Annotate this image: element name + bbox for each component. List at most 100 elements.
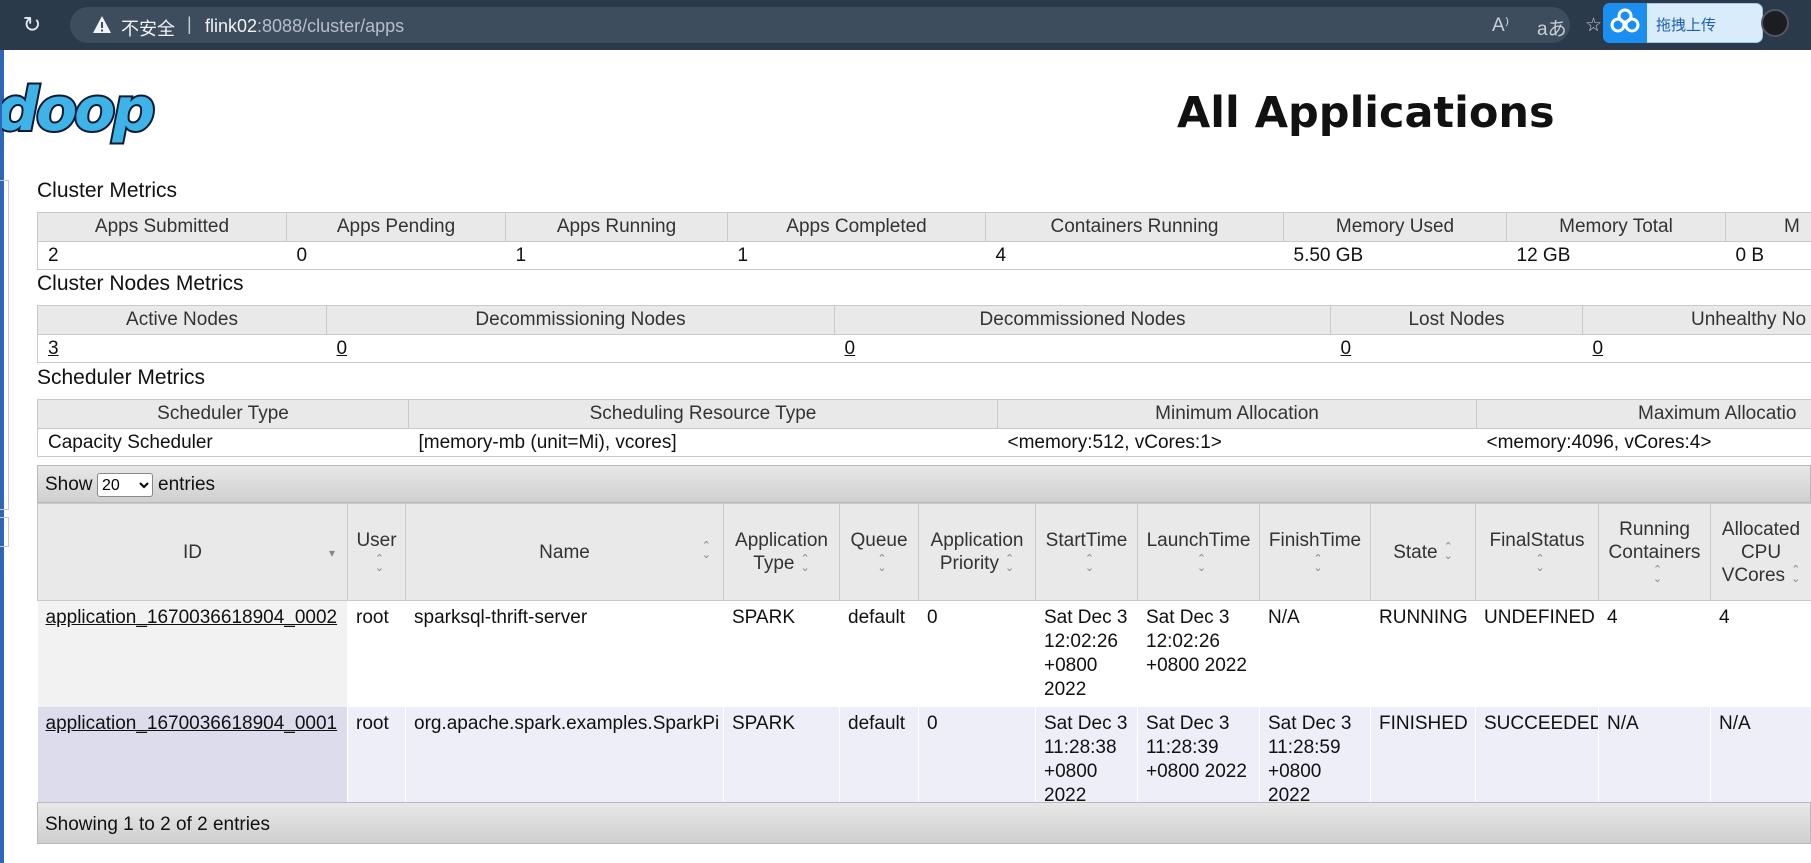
application-id-link[interactable]: application_1670036618904_0001 [46, 713, 338, 734]
decommissioning-nodes-link[interactable]: 0 [337, 338, 348, 359]
final-status-cell: SUCCEEDED [1475, 707, 1599, 813]
col-application-type[interactable]: Application Type ⌃ ⌄ [723, 503, 840, 601]
col-launch-time-label: LaunchTime [1146, 530, 1251, 551]
col-allocated-vcores-label: Allocated CPU VCores [1721, 518, 1801, 586]
sort-icon[interactable]: ⌃ ⌄ [800, 553, 809, 573]
unhealthy-nodes-header: Unhealthy No [1582, 305, 1811, 335]
priority-cell: 0 [918, 707, 1036, 813]
col-user[interactable]: User ⌃ ⌄ [347, 503, 406, 601]
maximum-allocation-header: Maximum Allocatio [1476, 399, 1811, 429]
svg-text:doop: doop [2, 78, 153, 145]
scheduling-resource-type-value: [memory-mb (unit=Mi), vcores] [408, 428, 998, 457]
sort-desc-icon[interactable]: ▾ [329, 547, 335, 559]
allocated-vcores-cell: 4 [1710, 600, 1811, 707]
page-size-select[interactable]: 20 [97, 473, 153, 497]
start-time-cell: Sat Dec 3 11:28:38 +0800 2022 [1035, 707, 1138, 813]
col-running-containers[interactable]: Running Containers ⌃ ⌄ [1598, 503, 1711, 601]
running-containers-cell: N/A [1598, 707, 1711, 813]
col-start-time[interactable]: StartTime ⌃ ⌄ [1035, 503, 1138, 601]
col-name-label: Name [539, 541, 590, 563]
apps-pending-value: 0 [286, 241, 506, 270]
show-label: Show [45, 474, 93, 495]
final-status-cell: UNDEFINED [1475, 600, 1599, 707]
cluster-metrics-title: Cluster Metrics [37, 179, 178, 202]
memory-reserved-value: 0 B [1725, 241, 1811, 270]
star-icon[interactable]: ☆ [1585, 14, 1602, 37]
apps-table-footer: Showing 1 to 2 of 2 entries [37, 802, 1811, 844]
containers-running-header: Containers Running [985, 212, 1284, 242]
finish-time-cell: Sat Dec 3 11:28:59 +0800 2022 [1259, 707, 1371, 813]
apps-pending-header: Apps Pending [286, 212, 506, 242]
containers-running-value: 4 [985, 241, 1284, 270]
entries-label: entries [158, 474, 216, 495]
apps-completed-value: 1 [727, 241, 986, 270]
address-bar[interactable]: 不安全 | flink02:8088/cluster/apps A⁾ aあ ☆ [70, 7, 1602, 43]
col-allocated-vcores[interactable]: Allocated CPU VCores ⌃ ⌄ [1710, 503, 1811, 601]
cluster-nodes-metrics-table: Active Nodes Decommissioning Nodes Decom… [37, 305, 1811, 363]
col-final-status[interactable]: FinalStatus ⌃ ⌄ [1475, 503, 1599, 601]
sort-icon[interactable]: ⌃ ⌄ [702, 541, 711, 561]
nav-panel-edge-lower[interactable] [0, 517, 9, 547]
url-text[interactable]: flink02:8088/cluster/apps [205, 16, 404, 37]
active-nodes-header: Active Nodes [37, 305, 327, 335]
sort-icon[interactable]: ⌃ ⌄ [375, 553, 384, 573]
col-application-priority[interactable]: Application Priority ⌃ ⌄ [918, 503, 1036, 601]
upload-extension-button[interactable]: 拖拽上传 [1603, 3, 1763, 43]
reload-icon[interactable]: ↻ [18, 11, 46, 39]
scheduling-resource-type-header: Scheduling Resource Type [408, 399, 998, 429]
apps-running-header: Apps Running [505, 212, 728, 242]
active-nodes-link[interactable]: 3 [48, 338, 59, 359]
launch-time-cell: Sat Dec 3 11:28:39 +0800 2022 [1137, 707, 1260, 813]
insecure-label: 不安全 [121, 19, 175, 40]
sort-icon[interactable]: ⌃ ⌄ [1313, 553, 1322, 573]
allocated-vcores-cell: N/A [1710, 707, 1811, 813]
scheduler-metrics-title: Scheduler Metrics [37, 366, 206, 389]
sort-icon[interactable]: ⌃ ⌄ [877, 553, 886, 573]
lost-nodes-link[interactable]: 0 [1341, 338, 1352, 359]
maximum-allocation-value: <memory:4096, vCores:4> [1476, 428, 1811, 457]
warning-icon [93, 16, 111, 33]
sort-icon[interactable]: ⌃ ⌄ [1653, 565, 1662, 585]
user-cell: root [347, 600, 406, 707]
col-queue[interactable]: Queue ⌃ ⌄ [839, 503, 919, 601]
name-cell: org.apache.spark.examples.SparkPi [405, 707, 724, 813]
state-cell: FINISHED [1370, 707, 1476, 813]
profile-avatar[interactable] [1761, 9, 1789, 37]
read-aloud-icon[interactable]: A⁾ [1492, 14, 1509, 37]
sort-icon[interactable]: ⌃ ⌄ [1535, 553, 1544, 573]
memory-total-value: 12 GB [1506, 241, 1726, 270]
upload-extension-label: 拖拽上传 [1656, 16, 1717, 34]
col-id-label: ID [183, 541, 202, 563]
priority-cell: 0 [918, 600, 1036, 707]
sort-icon[interactable]: ⌃ ⌄ [1085, 553, 1094, 573]
nav-panel-edge[interactable] [0, 180, 9, 510]
col-launch-time[interactable]: LaunchTime ⌃ ⌄ [1137, 503, 1260, 601]
unhealthy-nodes-link[interactable]: 0 [1593, 338, 1604, 359]
application-id-link[interactable]: application_1670036618904_0002 [46, 607, 338, 628]
col-state[interactable]: State ⌃ ⌄ [1370, 503, 1476, 601]
lost-nodes-header: Lost Nodes [1330, 305, 1583, 335]
translate-icon[interactable]: aあ [1537, 14, 1567, 41]
name-cell: sparksql-thrift-server [405, 600, 724, 707]
scheduler-type-header: Scheduler Type [37, 399, 409, 429]
memory-reserved-header: M [1725, 212, 1811, 242]
sort-icon[interactable]: ⌃ ⌄ [1791, 565, 1800, 585]
memory-used-value: 5.50 GB [1283, 241, 1507, 270]
sort-icon[interactable]: ⌃ ⌄ [1444, 542, 1453, 562]
col-name[interactable]: Name ⌃ ⌄ [405, 503, 724, 601]
col-id[interactable]: ID ▾ [37, 503, 348, 601]
decommissioned-nodes-header: Decommissioned Nodes [834, 305, 1331, 335]
type-cell: SPARK [723, 600, 840, 707]
hadoop-logo: doop [2, 78, 158, 147]
minimum-allocation-value: <memory:512, vCores:1> [997, 428, 1477, 457]
decommissioned-nodes-link[interactable]: 0 [845, 338, 856, 359]
cluster-nodes-metrics-title: Cluster Nodes Metrics [37, 272, 244, 295]
sort-icon[interactable]: ⌃ ⌄ [1005, 553, 1014, 573]
entries-info: Showing 1 to 2 of 2 entries [45, 814, 270, 835]
sort-icon[interactable]: ⌃ ⌄ [1197, 553, 1206, 573]
decommissioning-nodes-header: Decommissioning Nodes [326, 305, 835, 335]
queue-cell: default [839, 600, 919, 707]
applications-table: ID ▾ User ⌃ ⌄ Name ⌃ ⌄ Application Type ⌃ ⌄ Que… [37, 503, 1811, 813]
table-row: application_1670036618904_0001 root org.… [37, 707, 1811, 813]
col-finish-time[interactable]: FinishTime ⌃ ⌄ [1259, 503, 1371, 601]
